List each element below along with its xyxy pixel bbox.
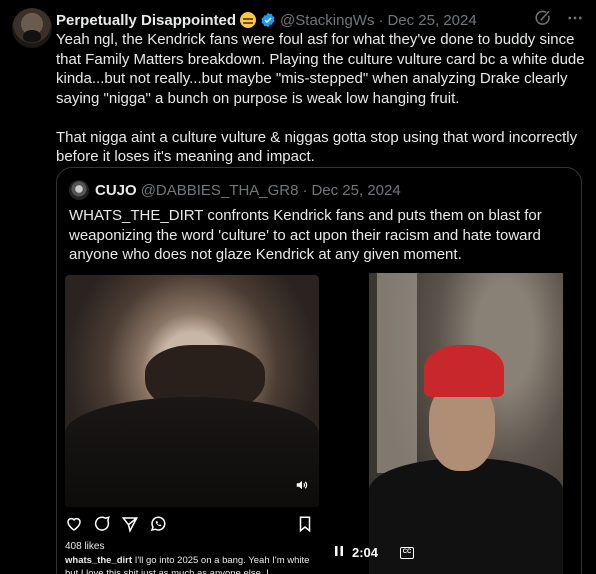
video-player[interactable]: 408 likes whats_the_dirt I'll go into 20… (57, 273, 581, 574)
volume-icon (295, 478, 309, 497)
video-right-panel (369, 273, 563, 574)
tweet-text: Yeah ngl, the Kendrick fans were foul as… (56, 31, 585, 165)
quote-header: CUJO @DABBIES_THA_GR8 · Dec 25, 2024 (69, 180, 401, 200)
tweet-date[interactable]: Dec 25, 2024 (387, 12, 476, 29)
tweet-header: Perpetually Disappointed @StackingWs · D… (56, 10, 584, 30)
share-icon (121, 517, 138, 533)
author-handle[interactable]: @StackingWs (280, 12, 374, 29)
heart-icon (67, 517, 81, 531)
bookmark-icon (299, 516, 311, 533)
caption-username: whats_the_dirt (65, 555, 133, 566)
captions-icon[interactable]: CC (400, 546, 415, 559)
grok-icon[interactable] (534, 9, 552, 31)
quote-text: WHATS_THE_DIRT confronts Kendrick fans a… (69, 207, 542, 263)
video-left-panel (65, 275, 319, 507)
instagram-action-bar (65, 513, 319, 537)
player-time: 2:04 (352, 545, 379, 560)
pause-icon[interactable] (334, 545, 344, 560)
quote-author-name[interactable]: CUJO (95, 182, 137, 199)
video-caption: whats_the_dirt I'll go into 2025 on a ba… (65, 554, 319, 574)
separator-dot: · (378, 11, 384, 29)
quote-author-avatar[interactable] (69, 180, 89, 200)
quote-separator-dot: · (302, 181, 308, 199)
author-name[interactable]: Perpetually Disappointed (56, 12, 236, 29)
whatsapp-icon (150, 516, 166, 532)
more-icon[interactable] (566, 9, 584, 31)
comment-icon (94, 516, 110, 531)
quoted-tweet[interactable]: CUJO @DABBIES_THA_GR8 · Dec 25, 2024 WHA… (56, 167, 582, 574)
expressionless-emoji-icon (240, 12, 257, 28)
quote-author-handle[interactable]: @DABBIES_THA_GR8 (141, 182, 299, 199)
likes-count: 408 likes (65, 541, 105, 552)
quote-date[interactable]: Dec 25, 2024 (311, 182, 400, 199)
verified-icon (260, 12, 276, 28)
player-controls: 2:04 CC (334, 545, 415, 560)
author-avatar[interactable] (12, 8, 52, 48)
